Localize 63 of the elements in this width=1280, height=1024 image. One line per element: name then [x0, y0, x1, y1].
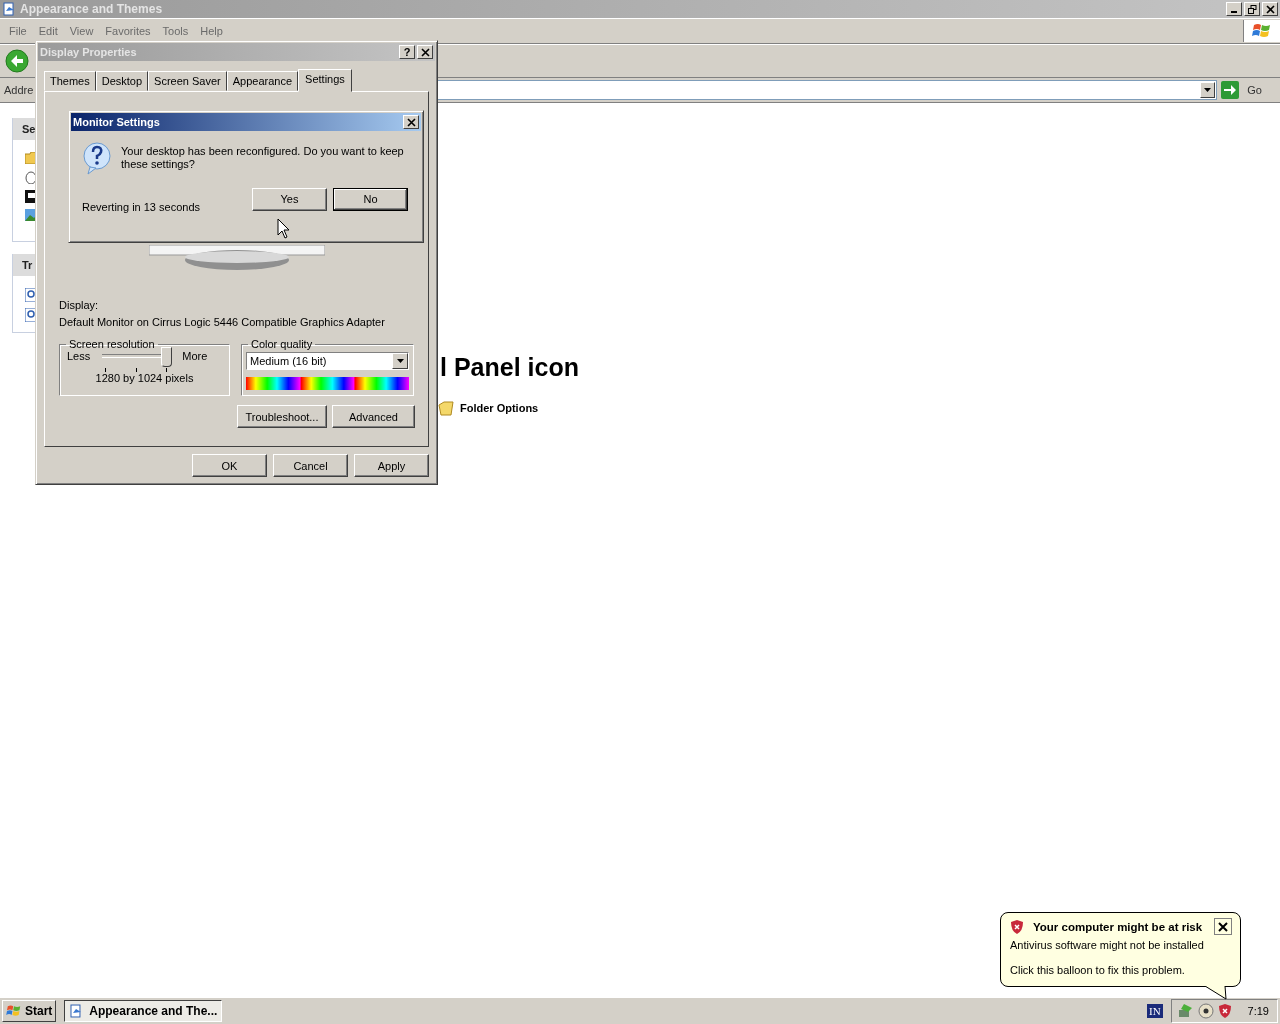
- dialog-title: Display Properties: [40, 46, 138, 58]
- menu-item[interactable]: Favorites: [99, 25, 157, 37]
- close-button[interactable]: [1214, 918, 1232, 935]
- dialog-button[interactable]: Apply: [354, 454, 429, 477]
- clock: 7:19: [1247, 1005, 1269, 1017]
- tab[interactable]: Screen Saver: [148, 71, 227, 91]
- countdown-text: Reverting in 13 seconds: [82, 201, 201, 213]
- control-panel-link[interactable]: Folder Options: [460, 402, 539, 414]
- dialog-button[interactable]: Cancel: [273, 454, 348, 477]
- group-title: Color quality: [250, 338, 314, 350]
- back-icon[interactable]: [5, 49, 29, 73]
- folder-page-icon: [69, 1003, 84, 1019]
- close-icon: [406, 117, 416, 127]
- dialog-button[interactable]: Troubleshoot...: [237, 405, 327, 428]
- shield-icon[interactable]: [1217, 1003, 1232, 1019]
- close-icon: [1265, 4, 1275, 14]
- go-button[interactable]: Go: [1221, 81, 1276, 99]
- display-adapter-text: Default Monitor on Cirrus Logic 5446 Compatible Graphics Adapter: [59, 316, 386, 328]
- folder-icon[interactable]: [438, 400, 454, 416]
- color-quality-dropdown[interactable]: Medium (16 bit): [246, 352, 409, 370]
- menu-item[interactable]: View: [63, 25, 100, 37]
- shield-icon: [1010, 918, 1024, 935]
- slider-max-label: More: [182, 350, 208, 362]
- taskbar-button[interactable]: Appearance and The...: [64, 1000, 223, 1022]
- display-label: Display:: [59, 299, 100, 311]
- windows-logo-icon: [6, 1004, 22, 1018]
- dialog-button[interactable]: Yes: [252, 187, 327, 211]
- menu-item[interactable]: Help: [194, 25, 229, 37]
- disc-icon[interactable]: [1197, 1003, 1214, 1019]
- tab[interactable]: Settings: [298, 69, 352, 92]
- balloon-text: Click this balloon to fix this problem.: [1010, 964, 1186, 976]
- window-title: Appearance and Themes: [20, 2, 164, 16]
- dialog-button[interactable]: OK: [192, 454, 267, 477]
- close-icon: [420, 47, 430, 57]
- windows-logo-icon: [1252, 22, 1272, 40]
- restore-icon: [1247, 4, 1257, 14]
- start-button[interactable]: Start: [2, 1000, 57, 1022]
- address-label: Addre: [4, 84, 34, 96]
- dialog-title: Monitor Settings: [73, 116, 161, 128]
- menu-item[interactable]: Edit: [32, 25, 64, 37]
- tab[interactable]: Desktop: [95, 71, 149, 91]
- close-icon: [1218, 921, 1228, 932]
- caret-icon: [396, 359, 404, 363]
- slider-min-label: Less: [67, 350, 91, 362]
- balloon-text: Antivirus software might not be installed: [1010, 939, 1205, 951]
- tab[interactable]: Themes: [44, 71, 96, 91]
- dialog-message: Your desktop has been reconfigured. Do you want to keep these settings?: [121, 145, 405, 172]
- menu-item[interactable]: Tools: [156, 25, 195, 37]
- question-icon: [81, 141, 113, 175]
- balloon-title: Your computer might be at risk: [1033, 920, 1204, 933]
- slider-thumb[interactable]: [161, 347, 173, 367]
- balloon-pointer: [1205, 986, 1227, 1000]
- group-title: Screen resolution: [68, 338, 156, 350]
- dialog-button[interactable]: Advanced: [332, 405, 415, 428]
- resolution-slider[interactable]: [100, 350, 173, 372]
- mouse-cursor-icon: [277, 218, 290, 239]
- section-heading: l Panel icon: [440, 353, 579, 382]
- resolution-reading: 1280 by 1024 pixels: [94, 372, 195, 384]
- folder-page-icon: [2, 2, 16, 16]
- menu-item[interactable]: File: [3, 25, 33, 37]
- notification-balloon[interactable]: Your computer might be at risk Antivirus software might not be installed Click this balloon to fix this problem.: [1000, 912, 1241, 987]
- language-indicator[interactable]: IN: [1146, 1004, 1163, 1018]
- dialog-button[interactable]: No: [333, 187, 408, 211]
